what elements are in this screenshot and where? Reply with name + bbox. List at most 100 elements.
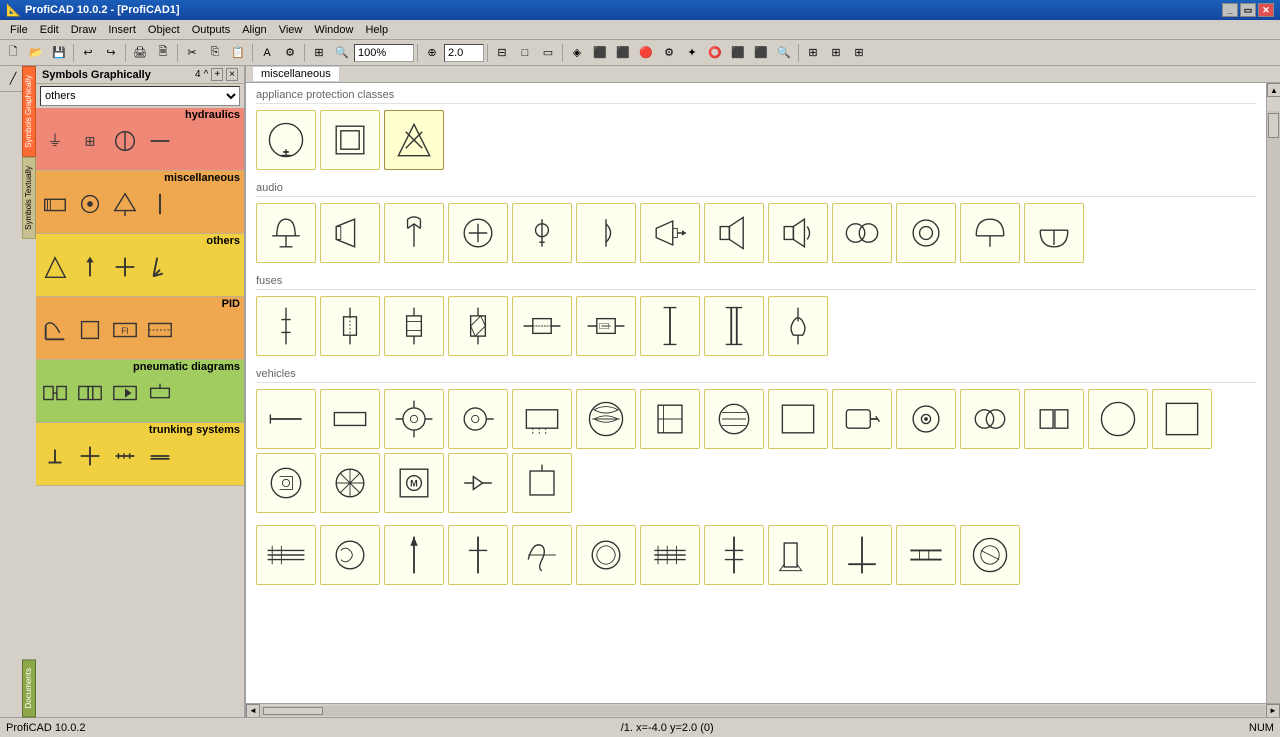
sym-pid-2[interactable] <box>74 314 106 346</box>
draw-line[interactable]: ╱ <box>2 68 24 90</box>
menu-object[interactable]: Object <box>142 22 186 38</box>
scroll-left-button[interactable]: ◄ <box>246 704 260 718</box>
sym-protection-3[interactable] <box>384 110 444 170</box>
sym-misc-1[interactable] <box>39 188 71 220</box>
hscroll-track[interactable] <box>261 706 1265 716</box>
sym-fuse-1[interactable] <box>256 296 316 356</box>
tool8[interactable]: ⬛ <box>727 42 749 64</box>
menu-insert[interactable]: Insert <box>102 22 142 38</box>
sym-vehicle-17[interactable] <box>320 453 380 513</box>
sym-audio-9[interactable] <box>768 203 828 263</box>
sym-audio-3[interactable] <box>384 203 444 263</box>
scroll-track[interactable] <box>1267 111 1280 703</box>
sym-audio-5[interactable] <box>512 203 572 263</box>
sym-others-1[interactable] <box>39 251 71 283</box>
sym-pneumatic-4[interactable] <box>144 377 176 409</box>
sym-pneumatic-2[interactable] <box>74 377 106 409</box>
sym-pid-1[interactable] <box>39 314 71 346</box>
scroll-thumb[interactable] <box>1268 113 1279 138</box>
sym-vehicle-7[interactable] <box>640 389 700 449</box>
style-button[interactable]: ⚙ <box>279 42 301 64</box>
tool2[interactable]: ⬛ <box>589 42 611 64</box>
sym-pneumatic-1[interactable] <box>39 377 71 409</box>
sym-vehicle-13[interactable] <box>1024 389 1084 449</box>
print-button[interactable]: 🖨 <box>129 42 151 64</box>
menu-edit[interactable]: Edit <box>34 22 65 38</box>
sym-fuse-7[interactable] <box>640 296 700 356</box>
sym-pneumatic-3[interactable] <box>109 377 141 409</box>
undo-button[interactable]: ↩ <box>77 42 99 64</box>
sym-bot-10[interactable] <box>832 525 892 585</box>
sym-protection-2[interactable] <box>320 110 380 170</box>
tool5[interactable]: ⚙ <box>658 42 680 64</box>
zoom-factor-input[interactable]: 2.0 <box>444 44 484 62</box>
sym-others-2[interactable] <box>74 251 106 283</box>
sym-pid-3[interactable]: FI <box>109 314 141 346</box>
menu-window[interactable]: Window <box>308 22 359 38</box>
sym-bot-11[interactable] <box>896 525 956 585</box>
content-scroll[interactable]: appliance protection classes <box>246 83 1266 703</box>
print-preview-button[interactable]: 🗎 <box>152 42 174 64</box>
menu-outputs[interactable]: Outputs <box>186 22 237 38</box>
tool9[interactable]: ⬛ <box>750 42 772 64</box>
sym-vehicle-14[interactable] <box>1088 389 1148 449</box>
sym-fuse-3[interactable] <box>384 296 444 356</box>
sym-audio-10[interactable] <box>832 203 892 263</box>
sym-audio-8[interactable] <box>704 203 764 263</box>
sym-audio-4[interactable] <box>448 203 508 263</box>
sym-vehicle-18[interactable]: M <box>384 453 444 513</box>
sym-vehicle-4[interactable] <box>448 389 508 449</box>
sym-protection-1[interactable] <box>256 110 316 170</box>
sym-vehicle-9[interactable] <box>768 389 828 449</box>
sym-audio-13[interactable] <box>1024 203 1084 263</box>
sym-hydraulics-4[interactable] <box>144 125 176 157</box>
sym-vehicle-20[interactable] <box>512 453 572 513</box>
misc-tool2[interactable]: ⊞ <box>825 42 847 64</box>
format-button[interactable]: A <box>256 42 278 64</box>
sym-vehicle-2[interactable] <box>320 389 380 449</box>
hscroll-thumb[interactable] <box>263 707 323 715</box>
sym-trunking-2[interactable] <box>74 440 106 472</box>
category-select[interactable]: others hydraulics miscellaneous PID pneu… <box>40 86 240 106</box>
sym-trunking-4[interactable] <box>144 440 176 472</box>
sym-vehicle-16[interactable] <box>256 453 316 513</box>
copy-button[interactable]: ⎘ <box>204 42 226 64</box>
right-scrollbar[interactable]: ▲ ▼ <box>1266 83 1280 703</box>
minimize-button[interactable]: _ <box>1222 3 1238 17</box>
sym-bot-3[interactable] <box>384 525 444 585</box>
save-button[interactable]: 💾 <box>48 42 70 64</box>
tool3[interactable]: ⬛ <box>612 42 634 64</box>
sym-fuse-8[interactable] <box>704 296 764 356</box>
menu-align[interactable]: Align <box>236 22 272 38</box>
sym-misc-4[interactable] <box>144 188 176 220</box>
sym-misc-2[interactable] <box>74 188 106 220</box>
sym-vehicle-15[interactable] <box>1152 389 1212 449</box>
sym-bot-12[interactable] <box>960 525 1020 585</box>
sym-misc-3[interactable] <box>109 188 141 220</box>
tool6[interactable]: ✦ <box>681 42 703 64</box>
misc-tool1[interactable]: ⊞ <box>802 42 824 64</box>
sym-vehicle-10[interactable] <box>832 389 892 449</box>
cut-button[interactable]: ✂ <box>181 42 203 64</box>
sym-audio-11[interactable] <box>896 203 956 263</box>
sym-fuse-5[interactable] <box>512 296 572 356</box>
new-button[interactable]: 🗋 <box>2 42 24 64</box>
sym-trunking-1[interactable] <box>39 440 71 472</box>
redo-button[interactable]: ↪ <box>100 42 122 64</box>
sym-audio-12[interactable] <box>960 203 1020 263</box>
sym-vehicle-12[interactable] <box>960 389 1020 449</box>
tool10[interactable]: 🔍 <box>773 42 795 64</box>
snap-button[interactable]: □ <box>514 42 536 64</box>
ruler-button[interactable]: ▭ <box>537 42 559 64</box>
title-bar-controls[interactable]: _ ▭ ✕ <box>1222 3 1274 17</box>
close-button[interactable]: ✕ <box>1258 3 1274 17</box>
sym-bot-6[interactable] <box>576 525 636 585</box>
menu-view[interactable]: View <box>273 22 309 38</box>
panel-pin-icon[interactable]: + <box>211 68 223 81</box>
sym-trunking-3[interactable] <box>109 440 141 472</box>
sym-vehicle-1[interactable] <box>256 389 316 449</box>
open-button[interactable]: 📂 <box>25 42 47 64</box>
side-tab-documents[interactable]: Documents <box>22 659 36 717</box>
sym-audio-2[interactable] <box>320 203 380 263</box>
sym-vehicle-5[interactable] <box>512 389 572 449</box>
